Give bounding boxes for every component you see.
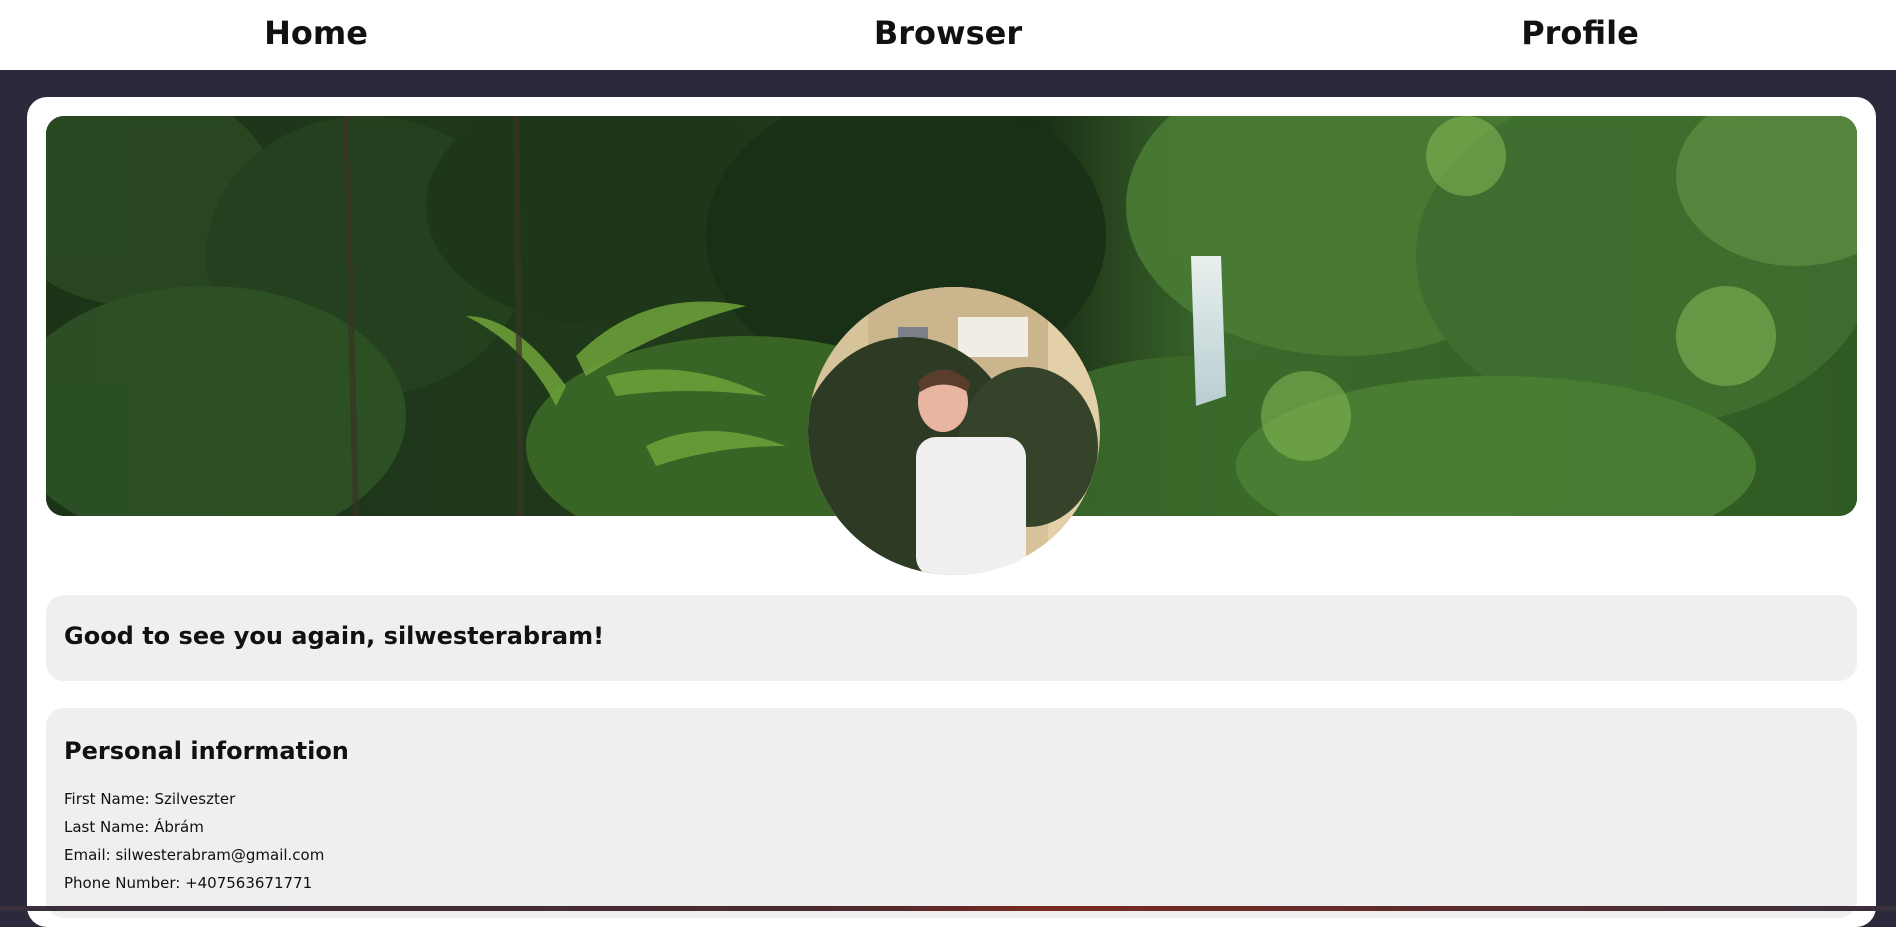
first-name-value: Szilveszter — [154, 790, 236, 808]
phone-row: Phone Number: +407563671771 — [64, 874, 312, 892]
last-name-value: Ábrám — [154, 818, 204, 836]
greeting-text: Good to see you again, silwesterabram! — [64, 622, 605, 650]
phone-value: +407563671771 — [185, 874, 313, 892]
profile-card: Good to see you again, silwesterabram! P… — [27, 97, 1876, 927]
phone-label: Phone Number: — [64, 874, 181, 892]
profile-avatar[interactable] — [808, 287, 1100, 575]
nav-home-link[interactable]: Home — [0, 0, 632, 70]
email-value: silwesterabram@gmail.com — [115, 846, 325, 864]
personal-info-panel: Personal information First Name: Szilves… — [46, 708, 1857, 918]
first-name-row: First Name: Szilveszter — [64, 790, 235, 808]
first-name-label: First Name: — [64, 790, 150, 808]
top-nav: Home Browser Profile — [0, 0, 1896, 70]
nav-browser-link[interactable]: Browser — [632, 0, 1264, 70]
last-name-label: Last Name: — [64, 818, 150, 836]
email-row: Email: silwesterabram@gmail.com — [64, 846, 324, 864]
nav-profile-link[interactable]: Profile — [1264, 0, 1896, 70]
email-label: Email: — [64, 846, 111, 864]
bottom-edge-strip — [0, 906, 1896, 911]
last-name-row: Last Name: Ábrám — [64, 818, 204, 836]
greeting-panel: Good to see you again, silwesterabram! — [46, 595, 1857, 681]
personal-info-heading: Personal information — [64, 737, 349, 765]
